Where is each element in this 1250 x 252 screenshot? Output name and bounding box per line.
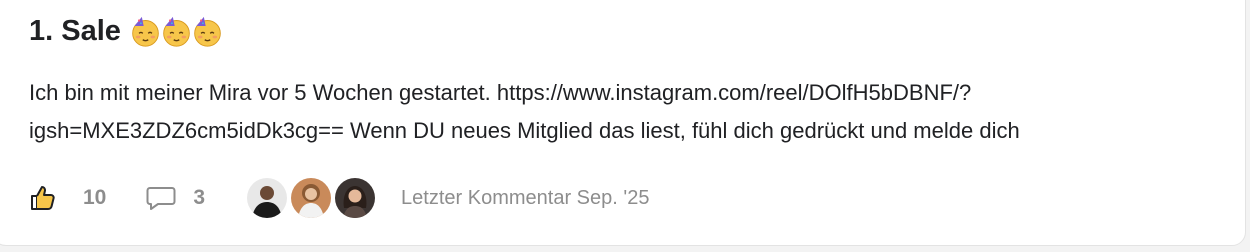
- avatar: [291, 178, 332, 218]
- commenter-avatars: [247, 178, 379, 218]
- last-comment-date: Letzter Kommentar Sep. '25: [401, 186, 650, 209]
- comment-count: 3: [193, 186, 206, 209]
- like-count: 10: [83, 186, 107, 209]
- post-body[interactable]: Ich bin mit meiner Mira vor 5 Wochen ges…: [29, 74, 1219, 150]
- avatar: [247, 178, 288, 218]
- thumbs-up-icon[interactable]: [29, 184, 57, 212]
- post-footer: 10 3 Letzter Kommentar Sep. '25: [29, 176, 649, 220]
- partying-face-emoji-icon: [132, 16, 159, 47]
- commenter-avatar-2[interactable]: [291, 178, 332, 218]
- comment-button[interactable]: 3: [146, 184, 205, 212]
- partying-face-emoji-icon: [194, 16, 221, 47]
- post-title[interactable]: 1. Sale: [29, 15, 121, 48]
- avatar: [335, 178, 376, 218]
- post-body-line-2: igsh=MXE3ZDZ6cm5idDk3cg== Wenn DU neues …: [29, 118, 1020, 143]
- title-emojis: [129, 15, 222, 48]
- comment-icon[interactable]: [146, 184, 176, 212]
- like-button[interactable]: 10: [29, 184, 106, 212]
- post-title-row[interactable]: 1. Sale: [29, 15, 222, 48]
- commenter-avatar-1[interactable]: [247, 178, 288, 218]
- partying-face-emoji-icon: [163, 16, 190, 47]
- post-body-line-1: Ich bin mit meiner Mira vor 5 Wochen ges…: [29, 80, 972, 105]
- commenter-avatar-3[interactable]: [335, 178, 376, 218]
